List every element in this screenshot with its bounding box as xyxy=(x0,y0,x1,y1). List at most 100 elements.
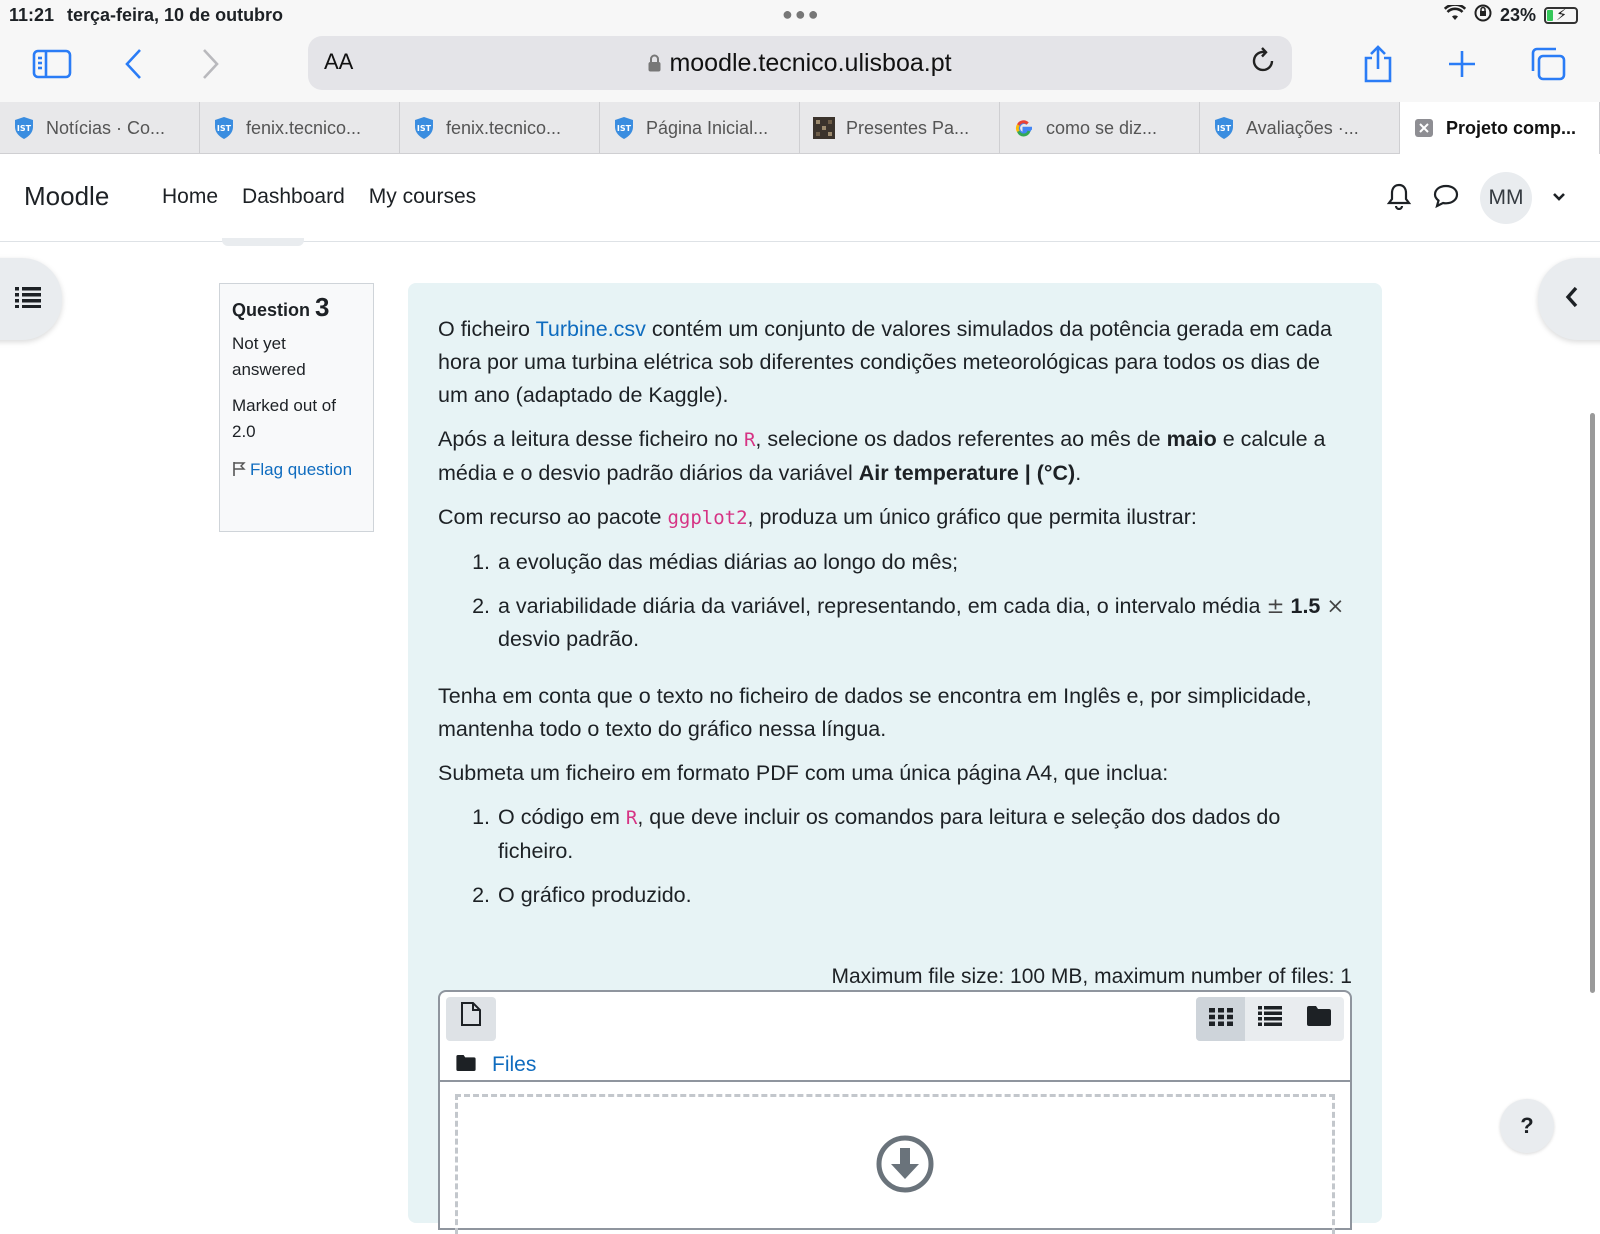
nav-my-courses[interactable]: My courses xyxy=(369,185,476,209)
folder-icon xyxy=(456,1048,476,1081)
question-info: Question 3 Not yet answered Marked out o… xyxy=(219,283,374,532)
forward-icon[interactable] xyxy=(188,42,232,86)
file-drop-zone[interactable] xyxy=(455,1094,1335,1234)
url-text: moodle.tecnico.ulisboa.pt xyxy=(669,49,952,77)
file-path: Files xyxy=(456,1048,536,1081)
question-paragraph: O ficheiro Turbine.csv contém um conjunt… xyxy=(438,317,1332,407)
question-paragraph: Submeta um ficheiro em formato PDF com u… xyxy=(438,761,1169,785)
back-icon[interactable] xyxy=(112,42,156,86)
tab-title: Notícias · Co... xyxy=(46,117,166,138)
wifi-icon xyxy=(1443,3,1467,26)
list-item: O código em R, que deve incluir os coman… xyxy=(496,801,1352,868)
browser-tab-strip: IST Notícias · Co... IST fenix.tecnico..… xyxy=(0,102,1600,154)
lock-icon xyxy=(648,54,661,72)
tab-title: como se diz... xyxy=(1046,117,1158,138)
reload-icon[interactable] xyxy=(1248,46,1278,81)
battery-percent: 23% xyxy=(1499,5,1536,25)
browser-tab[interactable]: IST fenix.tecnico... xyxy=(200,102,400,154)
site-brand[interactable]: Moodle xyxy=(24,181,109,212)
svg-text:IST: IST xyxy=(1217,124,1232,133)
browser-tab-active[interactable]: Projeto comp... xyxy=(1400,102,1600,154)
user-menu-chevron-down-icon[interactable] xyxy=(1552,189,1566,207)
nav-dashboard[interactable]: Dashboard xyxy=(242,185,345,209)
question-grade: Marked out of 2.0 xyxy=(232,396,336,441)
svg-text:IST: IST xyxy=(617,124,632,133)
download-arrow-icon xyxy=(876,1135,934,1203)
question-paragraph: Após a leitura desse ficheiro no R, sele… xyxy=(438,427,1326,485)
browser-tab[interactable]: como se diz... xyxy=(1000,102,1200,154)
list-icon xyxy=(15,286,41,313)
file-icon xyxy=(460,1001,482,1037)
mosaic-icon xyxy=(812,116,836,140)
svg-text:IST: IST xyxy=(17,124,32,133)
ist-shield-icon: IST xyxy=(612,116,636,140)
file-manager-toolbar: Files xyxy=(440,992,1350,1082)
folder-icon xyxy=(1307,1003,1332,1036)
tab-title: fenix.tecnico... xyxy=(246,117,362,138)
tab-title: fenix.tecnico... xyxy=(446,117,562,138)
upload-limits: Maximum file size: 100 MB, maximum numbe… xyxy=(831,965,1353,988)
help-button[interactable]: ? xyxy=(1500,1099,1554,1153)
plot-requirements-list: a evolução das médias diárias ao longo d… xyxy=(438,546,1352,656)
files-path-link[interactable]: Files xyxy=(492,1048,536,1081)
browser-tab[interactable]: IST fenix.tecnico... xyxy=(400,102,600,154)
ist-shield-icon: IST xyxy=(412,116,436,140)
tab-overview-icon[interactable] xyxy=(1526,42,1570,86)
browser-tab[interactable]: IST Notícias · Co... xyxy=(0,102,200,154)
list-item: a variabilidade diária da variável, repr… xyxy=(496,590,1352,656)
notifications-bell-icon[interactable] xyxy=(1386,182,1412,215)
browser-tab[interactable]: IST Avaliações ·... xyxy=(1200,102,1400,154)
add-file-button[interactable] xyxy=(446,997,496,1041)
close-tab-icon[interactable] xyxy=(1412,116,1436,140)
question-text: O ficheiro Turbine.csv contém um conjunt… xyxy=(408,283,1382,1234)
course-index-toggle[interactable] xyxy=(0,258,62,340)
flag-icon xyxy=(233,462,246,476)
ist-shield-icon: IST xyxy=(12,116,36,140)
browser-tab[interactable]: Presentes Pa... xyxy=(800,102,1000,154)
secondary-nav-stub xyxy=(222,238,304,246)
svg-text:IST: IST xyxy=(417,124,432,133)
file-manager: Files xyxy=(438,990,1352,1234)
question-number: Question 3 xyxy=(232,292,330,322)
list-item: a evolução das médias diárias ao longo d… xyxy=(496,546,1352,579)
tab-title: Projeto comp... xyxy=(1446,117,1577,138)
browser-tab[interactable]: IST Página Inicial... xyxy=(600,102,800,154)
google-icon xyxy=(1012,116,1036,140)
share-icon[interactable] xyxy=(1356,42,1400,86)
address-bar[interactable]: AA moodle.tecnico.ulisboa.pt xyxy=(308,36,1292,90)
orientation-lock-icon xyxy=(1474,4,1492,27)
messages-icon[interactable] xyxy=(1432,183,1460,214)
svg-text:IST: IST xyxy=(217,124,232,133)
submission-requirements-list: O código em R, que deve incluir os coman… xyxy=(438,801,1352,912)
page-scrollbar[interactable] xyxy=(1590,413,1595,993)
tab-title: Avaliações ·... xyxy=(1246,117,1359,138)
battery-fill xyxy=(1547,10,1553,21)
multitasking-dots-icon[interactable]: ●●● xyxy=(782,4,821,25)
ist-shield-icon: IST xyxy=(1212,116,1236,140)
tab-title: Página Inicial... xyxy=(646,117,769,138)
grid-view-button[interactable] xyxy=(1196,997,1246,1041)
user-avatar[interactable]: MM xyxy=(1480,172,1532,224)
nav-home[interactable]: Home xyxy=(162,185,218,209)
list-item: O gráfico produzido. xyxy=(496,879,1352,912)
list-icon xyxy=(1257,1003,1282,1036)
ios-status-bar: 11:21 terça-feira, 10 de outubro ●●● 23%… xyxy=(0,0,1600,30)
moodle-navbar: Moodle Home Dashboard My courses MM xyxy=(0,154,1600,242)
status-time: 11:21 xyxy=(9,5,55,25)
status-date: terça-feira, 10 de outubro xyxy=(67,5,284,25)
block-drawer-toggle[interactable] xyxy=(1538,258,1600,340)
tab-title: Presentes Pa... xyxy=(846,117,970,138)
view-switcher xyxy=(1196,997,1344,1041)
ist-shield-icon: IST xyxy=(212,116,236,140)
browser-toolbar: AA moodle.tecnico.ulisboa.pt xyxy=(0,30,1600,102)
list-view-button[interactable] xyxy=(1245,997,1294,1041)
turbine-csv-link[interactable]: Turbine.csv xyxy=(536,317,646,341)
new-tab-icon[interactable] xyxy=(1440,42,1484,86)
battery-icon: ⚡ xyxy=(1544,7,1578,24)
flag-question-link[interactable]: Flag question xyxy=(232,457,361,483)
question-paragraph: Tenha em conta que o texto no ficheiro d… xyxy=(438,684,1312,741)
sidebar-toggle-icon[interactable] xyxy=(30,42,74,86)
question-paragraph: Com recurso ao pacote ggplot2, produza u… xyxy=(438,505,1197,529)
primary-navigation: Home Dashboard My courses xyxy=(162,185,476,209)
tree-view-button[interactable] xyxy=(1295,997,1344,1041)
